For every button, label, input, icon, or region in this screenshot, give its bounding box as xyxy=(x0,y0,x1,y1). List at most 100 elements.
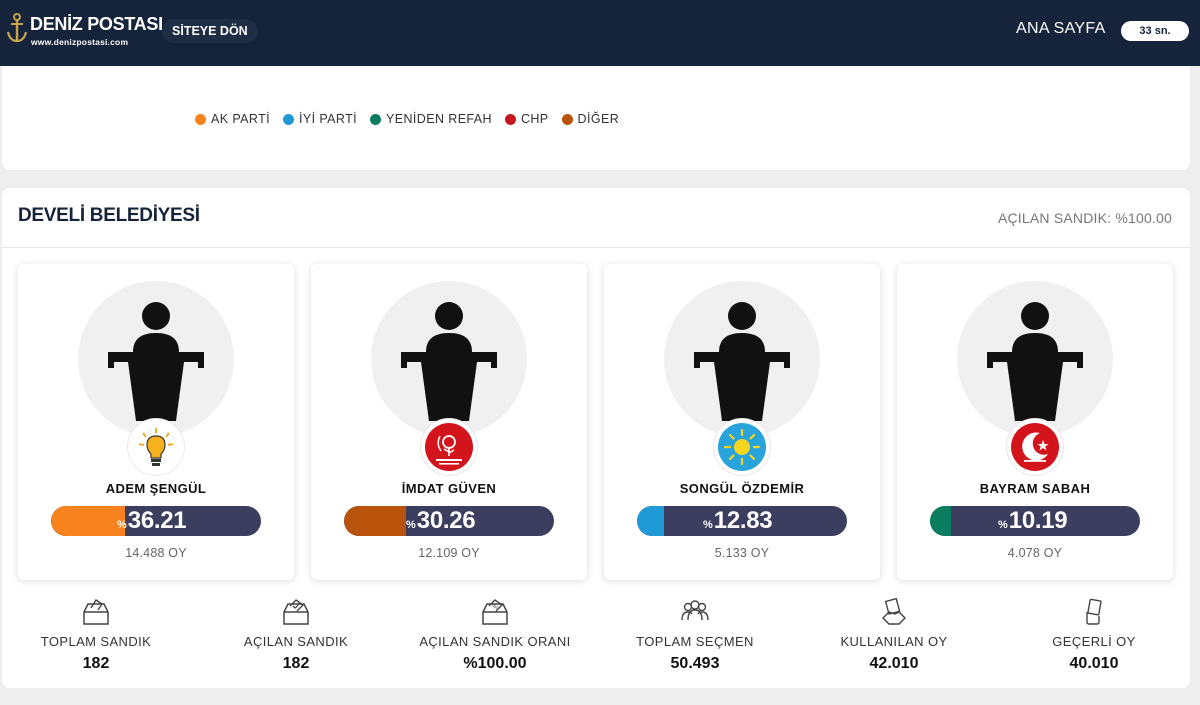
legend-item-yeniden-refah: YENİDEN REFAH xyxy=(370,112,492,126)
party-logo xyxy=(714,419,770,475)
legend-item-chp: CHP xyxy=(504,112,549,126)
vote-percent-bar: %10.19 xyxy=(930,506,1140,536)
legend-dot-icon xyxy=(561,113,573,125)
candidate-placeholder-avatar xyxy=(78,281,234,437)
party-logo xyxy=(421,419,477,475)
legend-label: İYİ PARTİ xyxy=(299,112,358,126)
home-link[interactable]: ANA SAYFA xyxy=(1016,20,1106,38)
stat-value: 182 xyxy=(82,655,110,672)
legend-label: CHP xyxy=(520,112,549,126)
candidate-placeholder-avatar xyxy=(664,281,820,437)
candidate-votes: 4.078 OY xyxy=(1007,546,1063,560)
legend-dot-icon xyxy=(283,113,295,125)
stat-label: KULLANILAN OY xyxy=(840,634,948,649)
hand-vote-icon xyxy=(882,598,906,625)
stat-total-voters: TOPLAM SEÇMEN 50.493 xyxy=(605,598,785,673)
vote-percent-bar: %30.26 xyxy=(344,506,554,536)
valid-vote-icon xyxy=(1086,598,1102,625)
percent-sign: % xyxy=(998,519,1008,531)
yeniden-refah-moon-icon xyxy=(1011,423,1059,471)
refresh-timer-badge: 33 sn. xyxy=(1121,21,1189,41)
legend-dot-icon xyxy=(504,113,516,125)
stat-label: TOPLAM SANDIK xyxy=(40,634,152,649)
candidate-votes: 12.109 OY xyxy=(418,546,480,560)
svg-text:%: % xyxy=(492,604,498,611)
legend-card: AK PARTİ İYİ PARTİ YENİDEN REFAH CHP DİĞ… xyxy=(2,66,1190,170)
ak-parti-bulb-icon xyxy=(132,423,180,471)
podium-speaker-icon xyxy=(401,302,497,421)
ballot-box-check-icon xyxy=(283,599,309,625)
legend-item-ak-parti: AK PARTİ xyxy=(195,112,270,126)
legend-label: AK PARTİ xyxy=(211,112,271,126)
ballot-box-percent-icon: % xyxy=(482,599,508,625)
stat-used-votes: KULLANILAN OY 42.010 xyxy=(804,598,984,673)
candidate-name: SONGÜL ÖZDEMİR xyxy=(679,481,805,496)
podium-speaker-icon xyxy=(694,302,790,421)
vote-percent-label: %30.26 xyxy=(406,506,476,536)
ballot-box-icon xyxy=(83,599,109,625)
stat-opened-ballot-boxes: AÇILAN SANDIK 182 xyxy=(206,598,386,673)
podium-speaker-icon xyxy=(108,302,204,421)
legend-dot-icon xyxy=(195,113,206,125)
percent-sign: % xyxy=(117,519,127,531)
stat-opened-ratio: % AÇILAN SANDIK ORANI %100.00 xyxy=(405,598,585,673)
candidate-votes: 5.133 OY xyxy=(714,546,770,560)
people-icon xyxy=(681,600,709,621)
legend-item-iyi-parti: İYİ PARTİ xyxy=(283,112,357,126)
stat-label: AÇILAN SANDIK ORANI xyxy=(419,634,571,649)
percent-value: 30.26 xyxy=(416,507,476,534)
site-logo[interactable]: DENİZ POSTASI www.denizpostasi.com xyxy=(6,10,163,50)
stat-value: %100.00 xyxy=(463,655,527,672)
vote-percent-fill xyxy=(930,506,951,536)
candidate-card: ADEM ŞENGÜL %36.21 14.488 OY xyxy=(18,264,294,580)
logo-title: DENİZ POSTASI xyxy=(30,14,163,34)
stat-label: AÇILAN SANDIK xyxy=(243,634,349,649)
candidate-name: İMDAT GÜVEN xyxy=(401,481,497,496)
percent-sign: % xyxy=(406,519,416,531)
municipality-results-card: DEVELİ BELEDİYESİ AÇILAN SANDIK: %100.00 xyxy=(2,188,1190,688)
stat-label: GEÇERLİ OY xyxy=(1052,634,1136,649)
candidate-card: SONGÜL ÖZDEMİR %12.83 5.133 OY xyxy=(604,264,880,580)
percent-value: 36.21 xyxy=(127,507,187,534)
stat-value: 182 xyxy=(282,655,310,672)
vote-percent-label: %36.21 xyxy=(117,506,187,536)
party-legend: AK PARTİ İYİ PARTİ YENİDEN REFAH CHP DİĞ… xyxy=(195,112,619,126)
stat-valid-votes: GEÇERLİ OY 40.010 xyxy=(1004,598,1184,673)
party-logo xyxy=(1007,419,1063,475)
stat-label: TOPLAM SEÇMEN xyxy=(636,634,754,649)
stat-value: 42.010 xyxy=(869,655,919,672)
vote-percent-label: %12.83 xyxy=(703,506,773,536)
vote-percent-label: %10.19 xyxy=(998,506,1068,536)
buyuk-birlik-rose-icon xyxy=(425,423,473,471)
anchor-icon xyxy=(6,13,28,43)
candidate-votes: 14.488 OY xyxy=(125,546,187,560)
vote-percent-fill xyxy=(344,506,406,536)
candidate-name: ADEM ŞENGÜL xyxy=(105,481,207,496)
podium-speaker-icon xyxy=(987,302,1083,421)
stat-total-ballot-boxes: TOPLAM SANDIK 182 xyxy=(6,598,186,673)
candidate-placeholder-avatar xyxy=(957,281,1113,437)
vote-percent-bar: %36.21 xyxy=(51,506,261,536)
vote-percent-fill xyxy=(637,506,664,536)
legend-item-diger: DİĞER xyxy=(561,112,620,126)
municipality-title: DEVELİ BELEDİYESİ xyxy=(18,205,200,226)
candidate-name: BAYRAM SABAH xyxy=(979,481,1091,496)
legend-label: YENİDEN REFAH xyxy=(386,112,492,126)
candidate-card: İMDAT GÜVEN %30.26 12.109 OY xyxy=(311,264,587,580)
opened-ballot-ratio: AÇILAN SANDIK: %100.00 xyxy=(997,210,1172,226)
logo-url: www.denizpostasi.com xyxy=(31,37,129,47)
legend-dot-icon xyxy=(370,113,382,125)
stat-value: 50.493 xyxy=(670,655,720,672)
percent-value: 12.83 xyxy=(713,507,773,534)
percent-sign: % xyxy=(703,519,713,531)
percent-value: 10.19 xyxy=(1008,507,1068,534)
legend-label: DİĞER xyxy=(577,112,620,126)
stat-value: 40.010 xyxy=(1069,655,1119,672)
back-to-site-button[interactable]: SİTEYE DÖN xyxy=(162,19,258,43)
card-header: DEVELİ BELEDİYESİ AÇILAN SANDIK: %100.00 xyxy=(2,188,1190,248)
vote-percent-bar: %12.83 xyxy=(637,506,847,536)
candidate-card: BAYRAM SABAH %10.19 4.078 OY xyxy=(897,264,1173,580)
iyi-parti-sun-icon xyxy=(718,423,766,471)
vote-percent-fill xyxy=(51,506,125,536)
party-logo xyxy=(128,419,184,475)
